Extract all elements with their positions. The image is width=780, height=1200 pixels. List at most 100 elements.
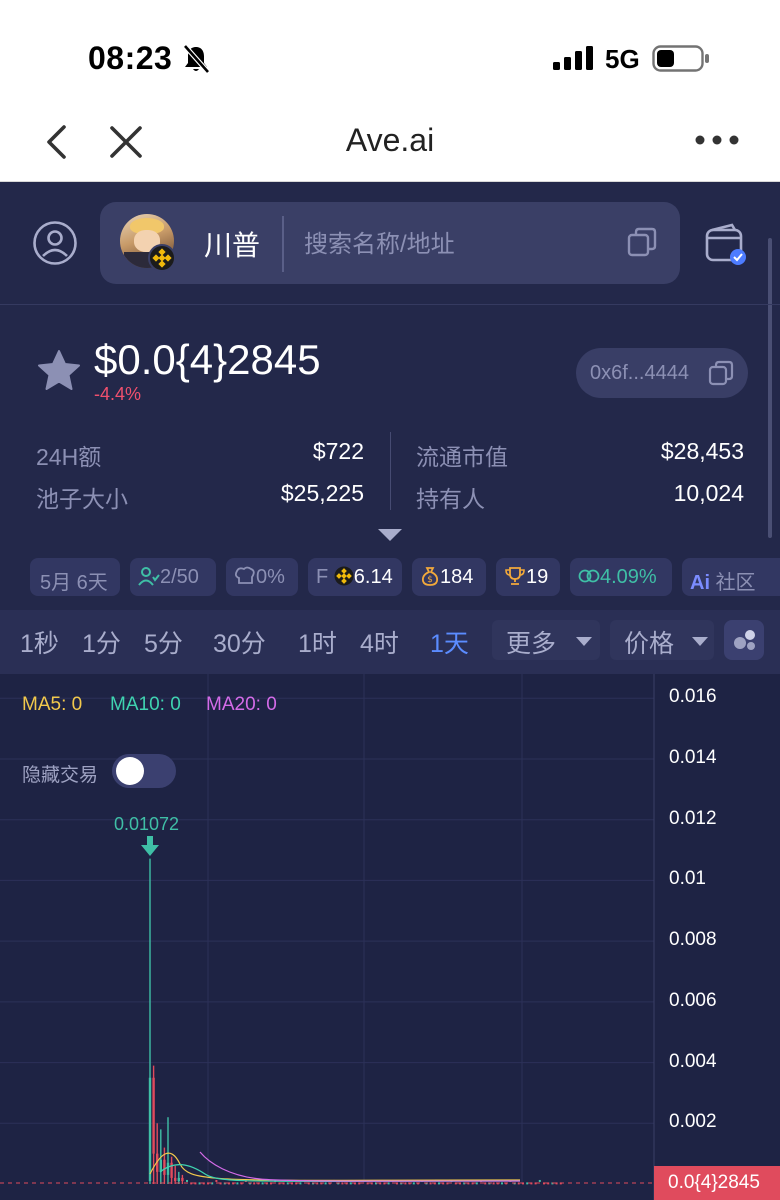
candle-body <box>412 1182 415 1185</box>
indicator-bubbles-icon <box>734 630 755 650</box>
tag-rate-label: 4.09% <box>600 566 657 588</box>
candle-body <box>438 1182 440 1185</box>
tag-dev-hold[interactable]: 0% <box>226 558 298 596</box>
stat-label-volume: 24H额 <box>36 444 102 470</box>
candlestick-chart[interactable] <box>0 674 780 1200</box>
tag-trophy-label: 19 <box>526 566 549 588</box>
tag-fee-value: 6.14 <box>353 566 393 588</box>
tab-1m[interactable]: 1分 <box>82 624 121 660</box>
tag-money[interactable]: $ 184 <box>412 558 486 596</box>
candle-body <box>186 1179 188 1182</box>
more-options-icon[interactable] <box>694 132 740 148</box>
price-mode-label: 价格 <box>624 630 675 658</box>
more-intervals-label: 更多 <box>506 630 557 658</box>
favorite-star-icon[interactable] <box>36 348 82 394</box>
candle-body <box>484 1182 487 1185</box>
status-time: 08:23 <box>88 40 173 76</box>
candle-body <box>190 1182 193 1185</box>
interval-tabs: 1秒 1分 5分 30分 1时 4时 1天 更多 价格 <box>0 610 780 674</box>
candle-body <box>538 1179 541 1182</box>
tab-1h[interactable]: 1时 <box>298 624 337 660</box>
divider <box>0 304 780 305</box>
contract-address-chip[interactable]: 0x6f...4444 <box>576 348 748 398</box>
tab-5m[interactable]: 5分 <box>144 624 183 660</box>
price-change: -4.4% <box>94 384 142 404</box>
candle-body <box>163 1159 166 1175</box>
trophy-icon <box>505 567 525 585</box>
tag-trophy[interactable]: 19 <box>496 558 560 596</box>
candle-body <box>152 1077 155 1154</box>
link-rings-icon <box>578 569 600 583</box>
user-profile-icon[interactable] <box>32 220 78 266</box>
candle-body <box>517 1182 520 1185</box>
tag-age[interactable]: 5月 6天 <box>30 558 120 596</box>
candle-body <box>174 1177 177 1181</box>
ma5-label: MA5: 0 <box>22 694 83 715</box>
tab-4h[interactable]: 4时 <box>360 624 399 660</box>
tag-insiders[interactable]: 2/50 <box>130 558 216 596</box>
signal-icon <box>553 46 593 70</box>
tag-age-label: 5月 6天 <box>40 572 108 594</box>
ai-label: Ai <box>690 572 710 594</box>
tag-dev-hold-label: 0% <box>256 566 285 588</box>
candle-body <box>181 1177 184 1181</box>
chef-hat-icon <box>234 566 255 584</box>
contract-address: 0x6f...4444 <box>590 362 689 384</box>
hide-trades-label: 隐藏交易 <box>22 765 99 786</box>
high-marker-arrow-icon <box>141 836 159 856</box>
candle-body <box>349 1182 352 1185</box>
tab-1s[interactable]: 1秒 <box>20 624 59 660</box>
candle-body <box>358 1182 361 1185</box>
price-mode-dropdown[interactable]: 价格 <box>610 620 714 660</box>
tag-money-label: 184 <box>440 566 474 588</box>
tag-community[interactable]: Ai 社区 <box>682 558 780 596</box>
search-input[interactable]: 搜索名称/地址 <box>304 224 455 259</box>
tab-1d[interactable]: 1天 <box>430 624 469 660</box>
chevron-down-icon <box>692 637 708 646</box>
wallet-icon[interactable] <box>704 222 748 266</box>
tag-fee[interactable]: F 6.14 <box>308 558 402 596</box>
bell-off-icon <box>183 44 210 74</box>
expand-stats-icon[interactable] <box>377 528 403 542</box>
stat-value-holders: 10,024 <box>673 480 744 506</box>
bnb-icon <box>334 566 354 586</box>
candle-body <box>501 1182 503 1185</box>
copy-address-icon[interactable] <box>708 360 734 386</box>
copy-icon[interactable] <box>626 226 658 258</box>
candle-body <box>324 1182 327 1185</box>
scrollbar[interactable] <box>768 238 772 538</box>
page-title: Ave.ai <box>345 122 435 158</box>
tag-fee-prefix: F <box>316 566 329 588</box>
ma10-label: MA10: 0 <box>110 694 181 715</box>
money-bag-icon: $ <box>421 567 439 586</box>
battery-icon <box>652 45 709 72</box>
candle-body <box>215 1179 218 1182</box>
more-intervals-button[interactable]: 更多 <box>492 620 600 660</box>
y-tick-label: 0.002 <box>669 1111 717 1133</box>
tag-insiders-label: 2/50 <box>160 566 199 588</box>
token-price: $0.0{4}2845 <box>94 336 321 383</box>
candle-body <box>526 1182 529 1185</box>
candle-body <box>228 1182 230 1185</box>
high-price-label: 0.01072 <box>114 814 180 834</box>
candle-body <box>341 1182 344 1185</box>
tag-community-label: 社区 <box>715 572 756 594</box>
candle-body <box>429 1182 432 1185</box>
price-chart[interactable]: MA5: 0 MA10: 0 MA20: 0 隐藏交易 0.01072 0.01… <box>0 674 780 1200</box>
ma-line <box>159 1164 521 1183</box>
candle-body <box>307 1182 310 1185</box>
stat-value-volume: $722 <box>312 438 364 464</box>
candle-body <box>475 1182 478 1185</box>
stat-value-mcap: $28,453 <box>660 438 744 464</box>
tab-30m[interactable]: 30分 <box>213 624 266 660</box>
search-bar[interactable]: 川普 搜索名称/地址 <box>100 202 680 284</box>
app-container: 川普 搜索名称/地址 $0.0{4}2845 -4.4% 0x6f...4444… <box>0 182 780 1200</box>
hide-trades-toggle[interactable] <box>112 754 176 788</box>
network-type: 5G <box>605 44 640 74</box>
y-tick-label: 0.01 <box>669 868 706 890</box>
token-name: 川普 <box>204 230 261 261</box>
chart-indicator-button[interactable] <box>724 620 764 660</box>
candle-body <box>166 1162 170 1175</box>
tag-rate[interactable]: 4.09% <box>570 558 672 596</box>
candle-body <box>492 1182 495 1185</box>
